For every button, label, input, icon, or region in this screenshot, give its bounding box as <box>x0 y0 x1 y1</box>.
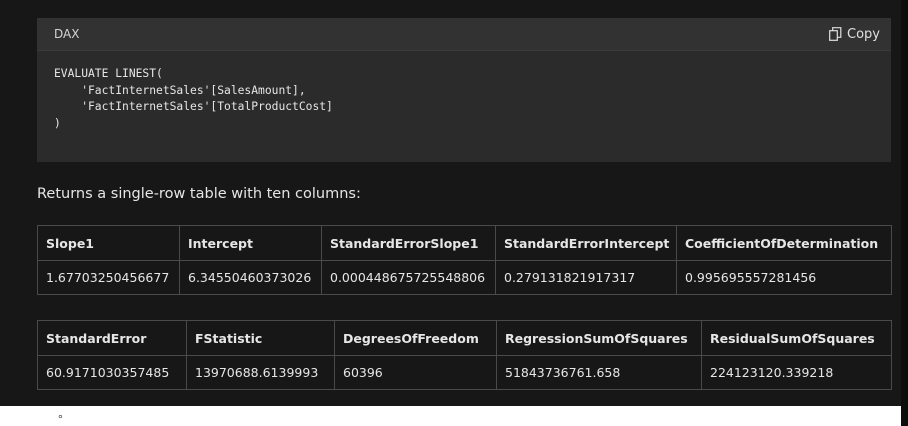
code-content[interactable]: EVALUATE LINEST( 'FactInternetSales'[Sal… <box>54 66 333 132</box>
table-cell: 60.9171030357485 <box>37 355 187 390</box>
results-table-1: Slope1 Intercept StandardErrorSlope1 Sta… <box>37 225 892 295</box>
copy-icon <box>829 27 842 41</box>
column-header: Slope1 <box>37 225 180 261</box>
table-cell: 0.279131821917317 <box>495 260 677 295</box>
table-cell: 0.995695557281456 <box>676 260 892 295</box>
column-header: Intercept <box>179 225 322 261</box>
column-header: FStatistic <box>186 320 335 356</box>
bottom-cutoff-glyph: ° <box>58 412 63 426</box>
description-text: Returns a single-row table with ten colu… <box>37 186 361 202</box>
table-cell: 224123120.339218 <box>701 355 892 390</box>
column-header: StandardErrorIntercept <box>495 225 677 261</box>
table-cell: 0.000448675725548806 <box>321 260 496 295</box>
table-cell: 1.67703250456677 <box>37 260 180 295</box>
column-header: DegreesOfFreedom <box>334 320 497 356</box>
table-row: 60.9171030357485 13970688.6139993 60396 … <box>37 355 892 390</box>
table-header-row: StandardError FStatistic DegreesOfFreedo… <box>37 320 892 356</box>
table-cell: 6.34550460373026 <box>179 260 322 295</box>
scroll-edge <box>901 0 908 426</box>
column-header: CoefficientOfDetermination <box>676 225 892 261</box>
code-header: DAX Copy <box>37 18 891 51</box>
table-header-row: Slope1 Intercept StandardErrorSlope1 Sta… <box>37 225 892 261</box>
code-language-label: DAX <box>54 27 80 41</box>
column-header: StandardError <box>37 320 187 356</box>
column-header: RegressionSumOfSquares <box>496 320 702 356</box>
docs-page: DAX Copy EVALUATE LINEST( 'FactInternetS… <box>0 0 901 406</box>
table-cell: 13970688.6139993 <box>186 355 335 390</box>
table-row: 1.67703250456677 6.34550460373026 0.0004… <box>37 260 892 295</box>
results-table-2: StandardError FStatistic DegreesOfFreedo… <box>37 320 892 390</box>
table-cell: 51843736761.658 <box>496 355 702 390</box>
column-header: ResidualSumOfSquares <box>701 320 892 356</box>
table-cell: 60396 <box>334 355 497 390</box>
copy-label: Copy <box>847 26 880 42</box>
column-header: StandardErrorSlope1 <box>321 225 496 261</box>
code-block: DAX Copy EVALUATE LINEST( 'FactInternetS… <box>37 18 891 162</box>
copy-button[interactable]: Copy <box>829 24 880 44</box>
